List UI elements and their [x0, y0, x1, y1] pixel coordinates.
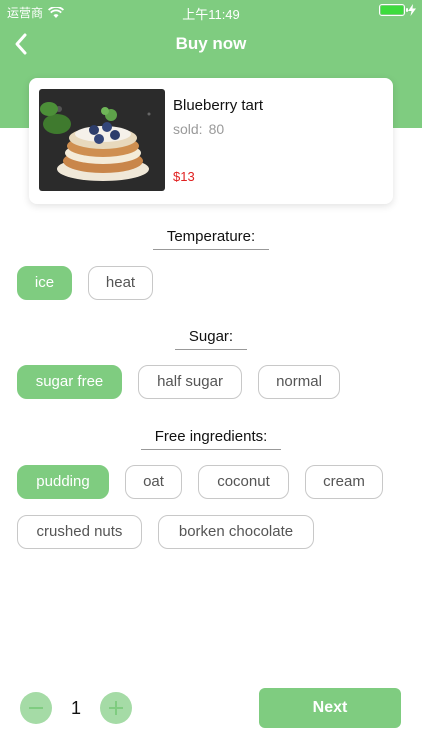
sold-info: sold: 80: [173, 121, 224, 137]
ingredient-option-cream[interactable]: cream: [305, 465, 383, 499]
temperature-title: Temperature:: [152, 228, 270, 250]
sugar-option-normal[interactable]: normal: [258, 365, 340, 399]
sugar-title: Sugar:: [174, 328, 248, 350]
ingredient-option-crushed-nuts[interactable]: crushed nuts: [17, 515, 142, 549]
quantity-value: 1: [70, 698, 81, 718]
temperature-section-title: Temperature:: [0, 228, 422, 250]
quantity-decrease-button[interactable]: [20, 692, 52, 724]
next-button[interactable]: Next: [259, 688, 401, 728]
quantity-increase-button[interactable]: [100, 692, 132, 724]
status-time: 上午11:49: [182, 7, 240, 22]
sugar-section-title: Sugar:: [0, 328, 422, 350]
temperature-option-ice[interactable]: ice: [17, 266, 72, 300]
product-price: $13: [173, 169, 195, 184]
ingredient-option-pudding[interactable]: pudding: [17, 465, 109, 499]
sugar-option-half-sugar[interactable]: half sugar: [138, 365, 242, 399]
status-bar: 运营商 上午11:49: [0, 0, 422, 22]
temperature-option-heat[interactable]: heat: [88, 266, 153, 300]
ingredient-option-coconut[interactable]: coconut: [198, 465, 289, 499]
battery-icon: [379, 4, 408, 16]
sold-label: sold:: [173, 121, 203, 137]
sold-count: 80: [208, 121, 225, 137]
page-title: Buy now: [175, 34, 247, 53]
product-name: Blueberry tart: [173, 97, 264, 114]
ingredient-option-borken-chocolate[interactable]: borken chocolate: [158, 515, 314, 549]
ingredients-section-title: Free ingredients:: [0, 428, 422, 450]
charging-icon: [408, 4, 416, 16]
product-card: Blueberry tart sold: 80 $13: [29, 78, 393, 204]
nav-bar: Buy now: [0, 22, 422, 66]
ingredient-option-oat[interactable]: oat: [125, 465, 182, 499]
status-right: [379, 4, 416, 16]
sugar-option-sugar-free[interactable]: sugar free: [17, 365, 122, 399]
product-image: [39, 89, 165, 191]
product-photo: [39, 89, 165, 191]
ingredients-title: Free ingredients:: [140, 428, 282, 450]
